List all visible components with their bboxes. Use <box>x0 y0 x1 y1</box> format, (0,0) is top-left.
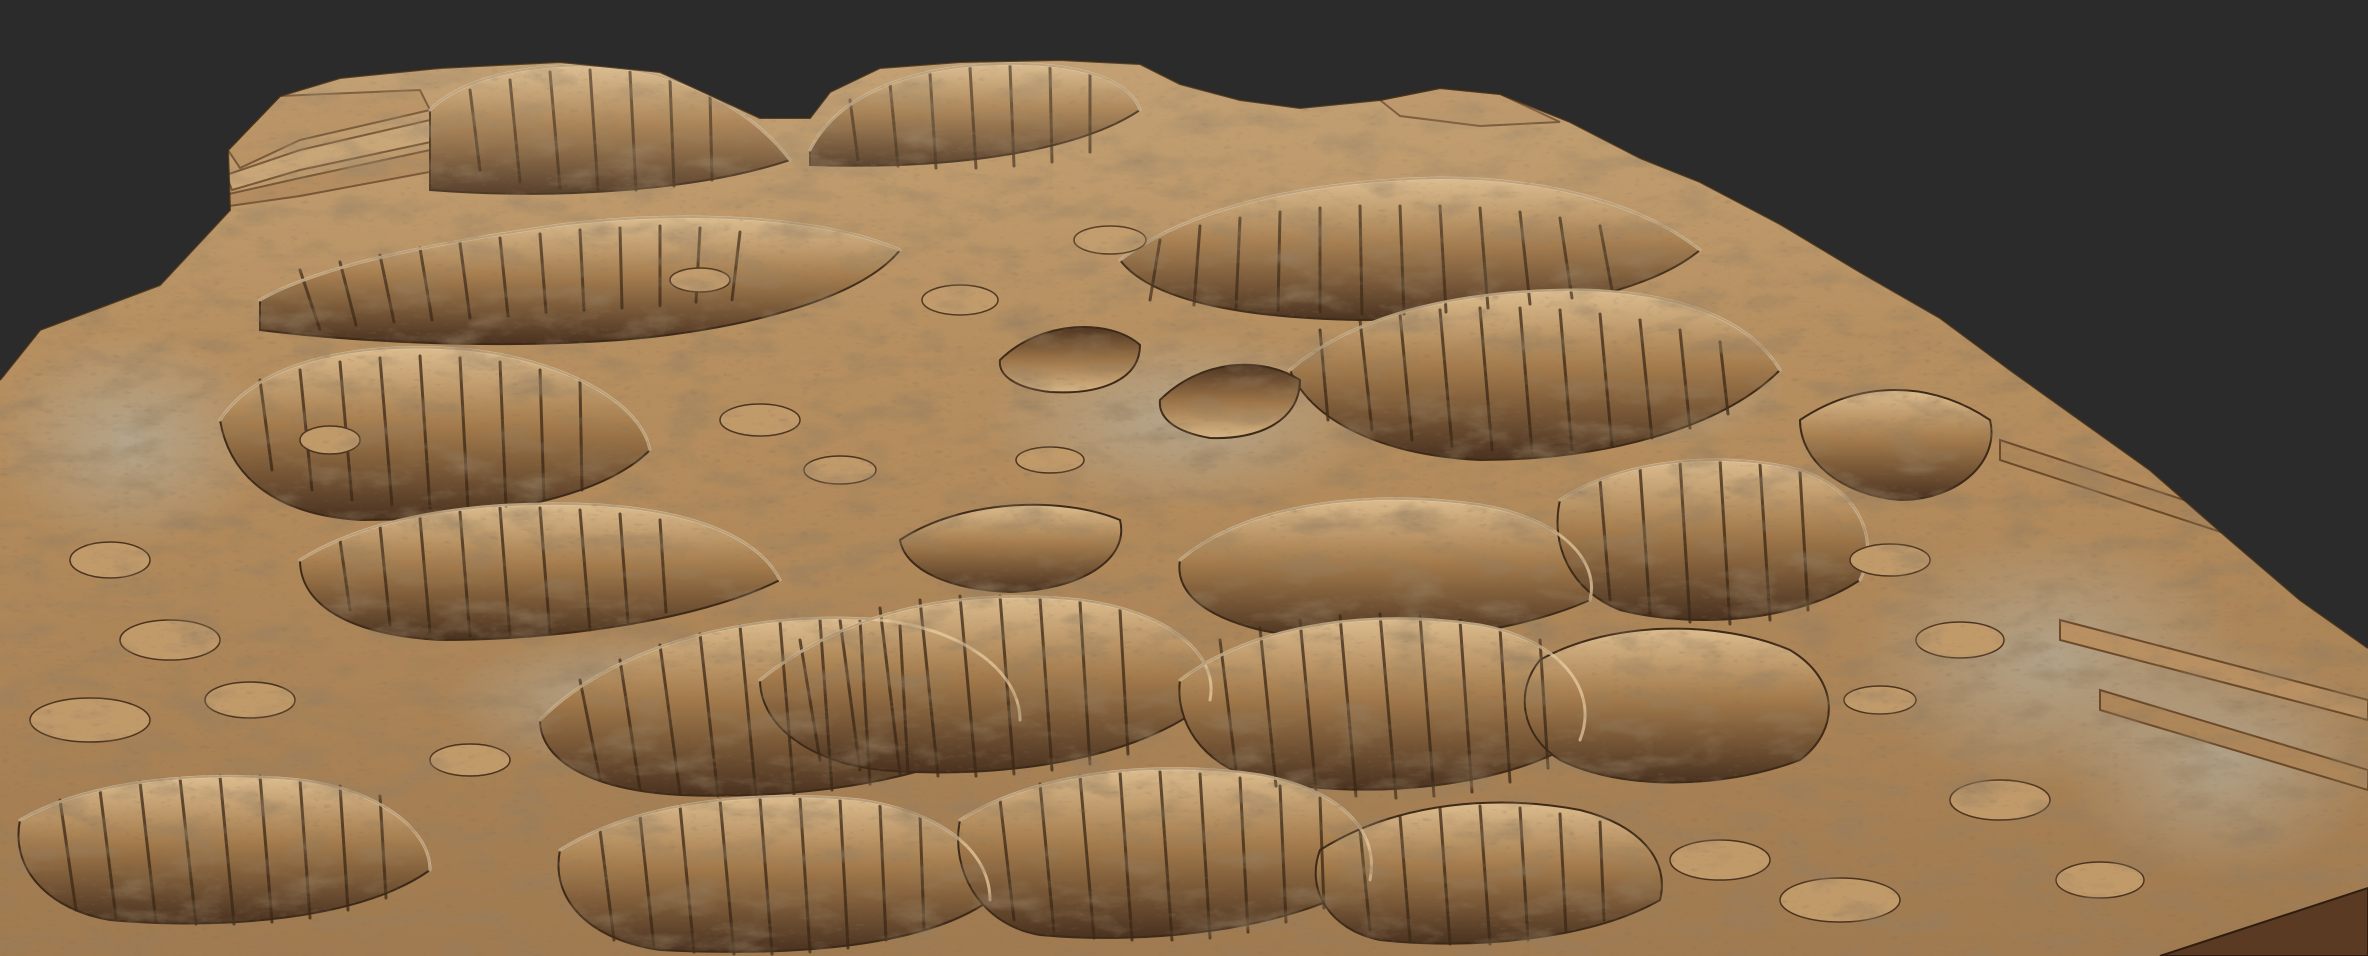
viewport-canvas[interactable] <box>0 0 2368 956</box>
terrain-render <box>0 58 2368 956</box>
